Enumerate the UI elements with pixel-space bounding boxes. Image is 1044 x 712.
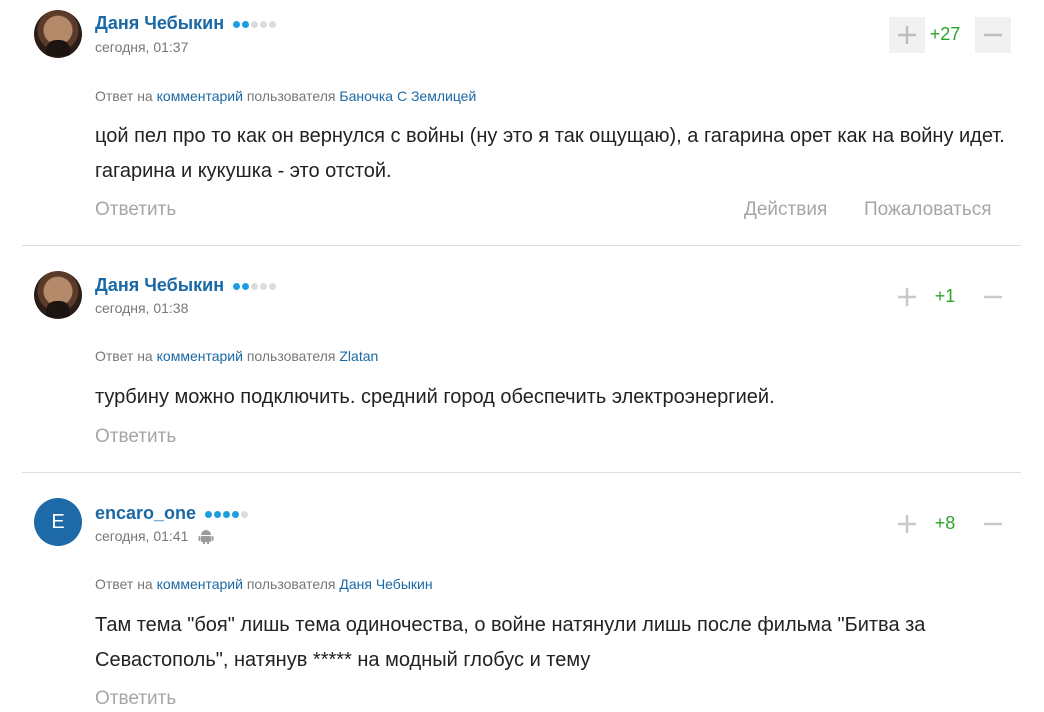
downvote-button[interactable] [975,279,1011,315]
actions-button[interactable]: Действия [744,199,827,221]
divider [22,245,1021,246]
parent-user-link[interactable]: Даня Чебыкин [339,576,432,592]
reply-mid: пользователя [246,88,336,104]
comment-time: сегодня, 01:38 [95,300,189,316]
plus-icon [898,288,916,306]
minus-icon [984,33,1002,37]
downvote-button[interactable] [975,17,1011,53]
parent-comment-link[interactable]: комментарий [157,348,243,364]
avatar[interactable] [34,10,82,58]
parent-user-link[interactable]: Баночка С Землицей [339,88,476,104]
comment-time: сегодня, 01:41 [95,528,189,545]
minus-icon [984,295,1002,299]
comment-text: турбину можно подключить. средний город … [95,386,775,408]
comment-time: сегодня, 01:37 [95,39,189,55]
reply-prefix: Ответ на [95,88,153,104]
comment-score: +27 [929,24,961,44]
report-button[interactable]: Пожаловаться [864,199,992,221]
plus-icon [898,26,916,44]
reply-to-line: Ответ на комментарий пользователя Даня Ч… [95,576,433,592]
reply-prefix: Ответ на [95,348,153,364]
parent-user-link[interactable]: Zlatan [339,348,378,364]
reply-prefix: Ответ на [95,576,153,592]
rating-dots [233,12,278,33]
reply-to-line: Ответ на комментарий пользователя Баночк… [95,88,476,104]
username[interactable]: encaro_one [95,503,250,525]
comment-score: +1 [934,286,956,306]
username[interactable]: Даня Чебыкин [95,275,278,297]
username-text[interactable]: Даня Чебыкин [95,13,224,33]
username[interactable]: Даня Чебыкин [95,13,278,35]
reply-to-line: Ответ на комментарий пользователя Zlatan [95,348,378,364]
rating-dots [233,274,278,295]
avatar[interactable] [34,271,82,319]
android-icon [198,528,214,547]
downvote-button[interactable] [975,506,1011,542]
comment-text: цой пел про то как он вернулся с войны (… [95,125,1005,182]
avatar-letter: E [51,510,65,533]
rating-dots [205,502,250,523]
reply-mid: пользователя [246,348,336,364]
comment-time-row: сегодня, 01:41 [95,528,214,547]
username-text[interactable]: encaro_one [95,503,196,523]
parent-comment-link[interactable]: комментарий [157,576,243,592]
reply-mid: пользователя [246,576,336,592]
avatar[interactable]: E [34,498,82,546]
comment-score: +8 [934,513,956,533]
reply-button[interactable]: Ответить [95,199,176,221]
plus-icon [898,515,916,533]
divider [22,472,1021,473]
username-text[interactable]: Даня Чебыкин [95,275,224,295]
comment-text: Там тема "боя" лишь тема одиночества, о … [95,614,926,671]
reply-button[interactable]: Ответить [95,426,176,448]
reply-button[interactable]: Ответить [95,688,176,710]
minus-icon [984,522,1002,526]
parent-comment-link[interactable]: комментарий [157,88,243,104]
